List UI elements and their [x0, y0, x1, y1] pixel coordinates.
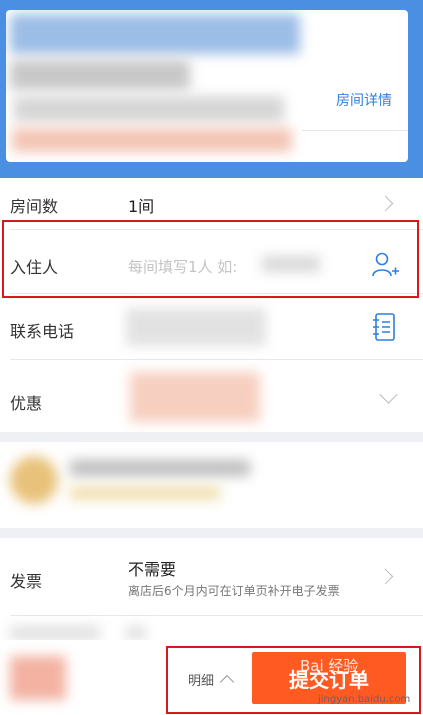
phone-row[interactable]: 联系电话 [0, 294, 423, 360]
blurred-room-info [10, 60, 190, 90]
chevron-right-icon [377, 195, 394, 212]
phone-label: 联系电话 [10, 322, 75, 341]
blurred-text [126, 626, 146, 640]
blurred-promo-note [70, 486, 220, 500]
chevron-down-icon [379, 385, 398, 404]
invoice-note: 离店后6个月内可在订单页补开电子发票 [128, 584, 340, 598]
discount-label: 优惠 [10, 394, 43, 413]
blurred-text [10, 626, 100, 640]
rooms-label: 房间数 [10, 197, 59, 216]
blurred-price-info [12, 128, 292, 152]
promo-avatar [10, 456, 58, 504]
invoice-label: 发票 [10, 572, 43, 591]
guests-highlight-box [2, 220, 419, 298]
contacts-book-icon[interactable] [372, 312, 398, 342]
blurred-discount-info [130, 372, 260, 422]
chevron-right-icon [377, 568, 394, 585]
rooms-value: 1间 [128, 197, 155, 216]
submit-highlight-box [166, 646, 421, 714]
promo-row[interactable] [0, 442, 423, 528]
blurred-promo-title [70, 460, 250, 476]
phone-input[interactable] [126, 308, 266, 346]
section-gap [0, 432, 423, 442]
card-divider [302, 130, 408, 131]
room-card: 房间详情 [6, 10, 408, 162]
room-details-link[interactable]: 房间详情 [336, 90, 392, 110]
blurred-room-policy [14, 96, 284, 122]
section-gap [0, 528, 423, 538]
blurred-hotel-name [10, 14, 300, 54]
blurred-total-price [10, 656, 66, 700]
discount-row[interactable]: 优惠 [0, 360, 423, 432]
invoice-row[interactable]: 发票 不需要 离店后6个月内可在订单页补开电子发票 [0, 538, 423, 616]
invoice-value: 不需要 [128, 560, 177, 579]
